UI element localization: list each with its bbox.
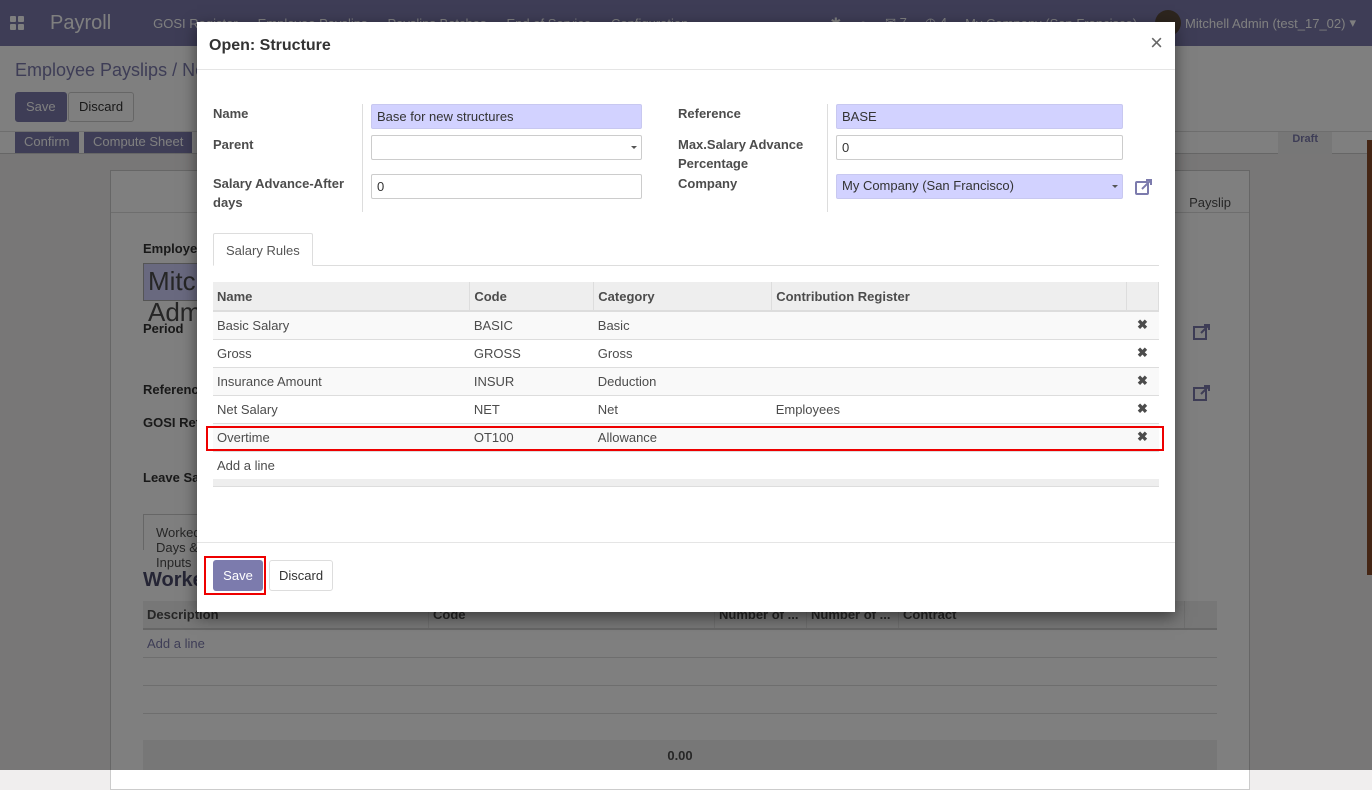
table-row[interactable]: Insurance Amount INSUR Deduction ✖ <box>213 367 1159 396</box>
delete-row-icon[interactable]: ✖ <box>1126 367 1159 396</box>
delete-row-icon[interactable]: ✖ <box>1126 339 1159 368</box>
cell-register[interactable]: Employees <box>771 395 1127 424</box>
company-label: Company <box>678 176 738 191</box>
cell-category[interactable]: Deduction <box>593 367 772 396</box>
cell-code[interactable]: GROSS <box>469 339 594 368</box>
reference-input[interactable] <box>836 104 1123 129</box>
tab-salary-rules[interactable]: Salary Rules <box>213 233 313 266</box>
add-line-row: Add a line <box>213 451 1159 479</box>
column-divider <box>827 104 828 212</box>
modal-footer: Save Discard <box>197 542 1175 612</box>
table-row[interactable]: Net Salary NET Net Employees ✖ <box>213 395 1159 424</box>
cell-register[interactable] <box>771 423 1127 452</box>
salary-rules-table: Name Code Category Contribution Register… <box>213 282 1160 487</box>
discard-button[interactable]: Discard <box>269 560 334 591</box>
parent-label: Parent <box>213 137 254 152</box>
table-footer <box>213 479 1159 487</box>
cell-code[interactable]: OT100 <box>469 423 594 452</box>
col-name[interactable]: Name <box>213 282 471 312</box>
salary-advance-days-input[interactable] <box>371 174 642 199</box>
add-line-link[interactable]: Add a line <box>213 451 1159 479</box>
cell-category[interactable]: Gross <box>593 339 772 368</box>
cell-name[interactable]: Overtime <box>213 423 470 452</box>
col-category[interactable]: Category <box>593 282 773 312</box>
cell-register[interactable] <box>771 367 1127 396</box>
delete-row-icon[interactable]: ✖ <box>1126 311 1159 340</box>
cell-code[interactable]: NET <box>469 395 594 424</box>
save-button[interactable]: Save <box>213 560 263 591</box>
delete-row-icon[interactable]: ✖ <box>1126 423 1159 452</box>
modal-title: Open: Structure <box>209 37 331 54</box>
cell-category[interactable]: Allowance <box>593 423 772 452</box>
cell-register[interactable] <box>771 311 1127 340</box>
notebook-tabs: Salary Rules <box>213 233 1159 266</box>
cell-name[interactable]: Gross <box>213 339 470 368</box>
cell-name[interactable]: Insurance Amount <box>213 367 470 396</box>
caret-down-icon <box>1112 185 1118 188</box>
delete-row-icon[interactable]: ✖ <box>1126 395 1159 424</box>
company-value: My Company (San Francisco) <box>842 178 1014 193</box>
external-link-icon[interactable] <box>1135 178 1153 196</box>
name-input[interactable] <box>371 104 642 129</box>
cell-code[interactable]: INSUR <box>469 367 594 396</box>
cell-register[interactable] <box>771 339 1127 368</box>
table-header: Name Code Category Contribution Register <box>213 282 1160 312</box>
structure-dialog: Open: Structure × Name Parent Salary Adv… <box>197 22 1175 612</box>
reference-label: Reference <box>678 106 741 121</box>
max-salary-advance-label: Max.Salary Advance Percentage <box>678 137 804 171</box>
max-salary-advance-input[interactable] <box>836 135 1123 160</box>
col-code[interactable]: Code <box>469 282 595 312</box>
name-label: Name <box>213 106 249 121</box>
caret-down-icon <box>631 146 637 149</box>
close-icon[interactable]: × <box>1150 32 1163 54</box>
table-row-highlighted[interactable]: Overtime OT100 Allowance ✖ <box>213 423 1159 452</box>
salary-advance-days-label: Salary Advance-After days <box>213 176 345 210</box>
cell-category[interactable]: Basic <box>593 311 772 340</box>
cell-name[interactable]: Net Salary <box>213 395 470 424</box>
cell-name[interactable]: Basic Salary <box>213 311 470 340</box>
table-row[interactable]: Basic Salary BASIC Basic ✖ <box>213 311 1159 340</box>
column-divider <box>362 104 363 212</box>
col-contribution-register[interactable]: Contribution Register <box>771 282 1127 312</box>
parent-select[interactable] <box>371 135 642 160</box>
company-select[interactable]: My Company (San Francisco) <box>836 174 1123 199</box>
col-actions <box>1126 282 1160 312</box>
cell-code[interactable]: BASIC <box>469 311 594 340</box>
cell-category[interactable]: Net <box>593 395 772 424</box>
modal-header: Open: Structure × <box>197 22 1175 70</box>
table-row[interactable]: Gross GROSS Gross ✖ <box>213 339 1159 368</box>
